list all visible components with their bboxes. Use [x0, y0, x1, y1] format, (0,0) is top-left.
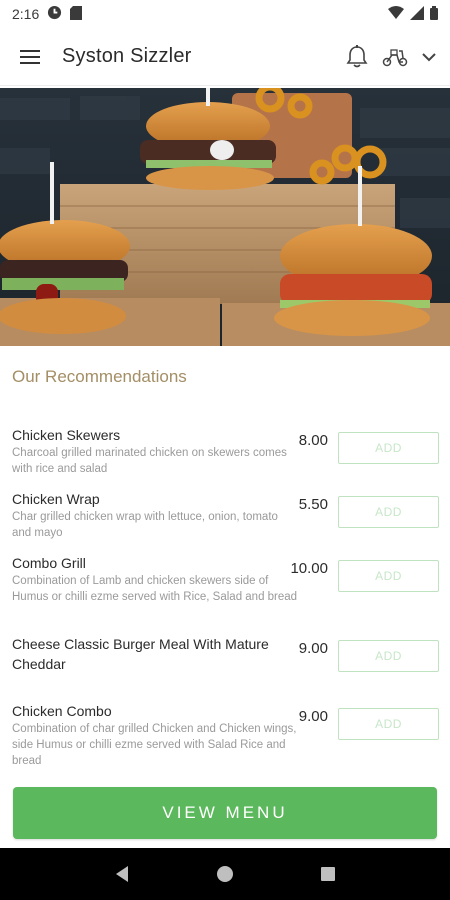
add-button[interactable]: ADD — [338, 432, 439, 464]
wifi-icon — [388, 5, 404, 23]
signal-icon — [410, 5, 424, 23]
scooter-icon[interactable] — [382, 47, 408, 67]
add-button[interactable]: ADD — [338, 640, 439, 672]
system-nav-bar — [0, 848, 450, 900]
item-price: 5.50 — [298, 496, 328, 513]
chevron-down-icon[interactable] — [422, 52, 436, 62]
item-price: 8.00 — [298, 432, 328, 449]
add-button[interactable]: ADD — [338, 708, 439, 740]
menu-icon[interactable] — [18, 45, 42, 69]
item-description: Combination of char grilled Chicken and … — [12, 723, 297, 767]
app-title: Syston Sizzler — [62, 45, 192, 67]
add-button[interactable]: ADD — [338, 560, 439, 592]
section-title: Our Recommendations — [12, 367, 187, 386]
item-description: Combination of Lamb and chicken skewers … — [12, 575, 298, 603]
back-icon[interactable] — [102, 854, 142, 894]
item-name: Combo Grill — [12, 555, 86, 571]
app-bar: Syston Sizzler — [0, 28, 450, 86]
item-name: Chicken Wrap — [12, 491, 100, 507]
item-name: Cheese Classic Burger Meal With Mature C… — [12, 636, 269, 672]
add-button[interactable]: ADD — [338, 496, 439, 528]
battery-icon — [430, 5, 438, 23]
status-time: 2:16 — [12, 6, 40, 22]
view-menu-button[interactable]: VIEW MENU — [13, 787, 437, 839]
item-name: Chicken Skewers — [12, 427, 121, 443]
data-saver-icon — [47, 5, 62, 23]
status-bar: 2:16 — [0, 0, 450, 28]
bell-icon[interactable] — [346, 44, 368, 69]
hero-image — [0, 88, 450, 346]
item-price: 9.00 — [298, 640, 328, 657]
item-price: 9.00 — [298, 708, 328, 725]
item-price: 10.00 — [290, 560, 328, 577]
item-name: Chicken Combo — [12, 703, 112, 719]
item-description: Char grilled chicken wrap with lettuce, … — [12, 511, 278, 539]
home-icon[interactable] — [205, 854, 245, 894]
item-description: Charcoal grilled marinated chicken on sk… — [12, 447, 287, 475]
sim-card-icon — [70, 5, 83, 23]
recents-icon[interactable] — [308, 854, 348, 894]
